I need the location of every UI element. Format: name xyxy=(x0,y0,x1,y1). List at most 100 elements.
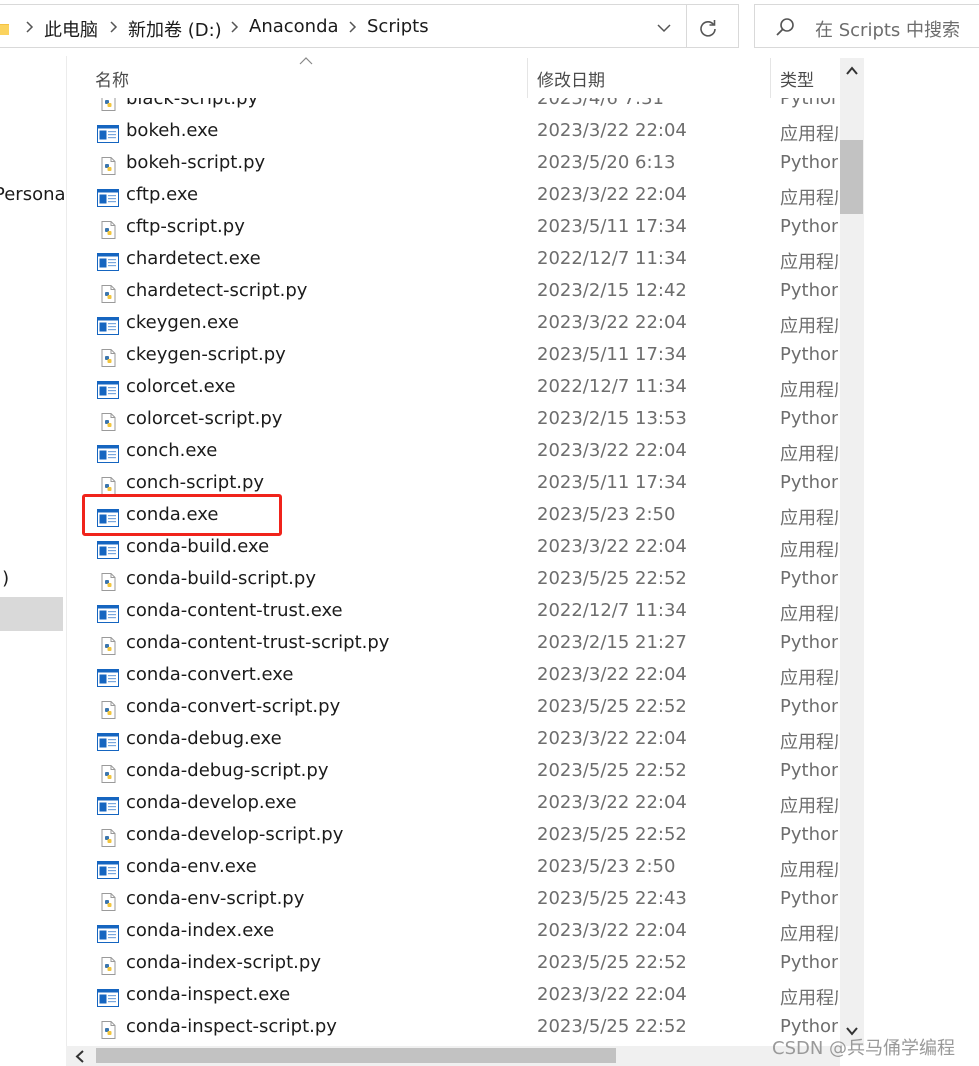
file-row[interactable]: conda-env.exe 2023/5/23 2:50 应用程序 xyxy=(0,853,840,885)
file-row[interactable]: conda-debug.exe 2023/3/22 22:04 应用程序 xyxy=(0,725,840,757)
file-row[interactable]: colorcet.exe 2022/12/7 11:34 应用程序 xyxy=(0,373,840,405)
file-modified-date: 2023/3/22 22:04 xyxy=(537,984,687,1005)
file-name[interactable]: conch.exe xyxy=(126,440,217,461)
file-name[interactable]: conda-develop.exe xyxy=(126,792,297,813)
search-placeholder[interactable]: 在 Scripts 中搜索 xyxy=(815,16,960,42)
file-name[interactable]: conda-inspect.exe xyxy=(126,984,290,1005)
exe-file-icon xyxy=(97,189,119,207)
file-row[interactable]: conda-develop-script.py 2023/5/25 22:52 Py… xyxy=(0,821,840,853)
file-row[interactable]: ckeygen-script.py 2023/5/11 17:34 Python xyxy=(0,341,840,373)
file-row[interactable]: conda-convert.exe 2023/3/22 22:04 应用程序 xyxy=(0,661,840,693)
file-row[interactable]: conda-content-trust.exe 2022/12/7 11:34 应用… xyxy=(0,597,840,629)
file-name[interactable]: chardetect-script.py xyxy=(126,280,307,301)
scroll-up-icon[interactable] xyxy=(845,66,859,76)
file-type: Python xyxy=(780,824,838,845)
python-file-icon xyxy=(97,765,119,783)
file-modified-date: 2023/2/15 13:53 xyxy=(537,408,687,429)
file-row[interactable]: conda-inspect.exe 2023/3/22 22:04 应用程序 xyxy=(0,981,840,1013)
file-name[interactable]: black-script.py xyxy=(126,98,258,109)
file-name[interactable]: colorcet-script.py xyxy=(126,408,282,429)
file-name[interactable]: conda-build-script.py xyxy=(126,568,316,589)
file-name[interactable]: conda-debug-script.py xyxy=(126,760,328,781)
file-type: 应用程序 xyxy=(780,380,838,401)
file-name[interactable]: conda-env.exe xyxy=(126,856,257,877)
file-type: 应用程序 xyxy=(780,796,838,817)
file-row[interactable]: chardetect.exe 2022/12/7 11:34 应用程序 xyxy=(0,245,840,277)
file-row[interactable]: conda-inspect-script.py 2023/5/25 22:52 Py… xyxy=(0,1013,840,1045)
file-name[interactable]: conda-content-trust.exe xyxy=(126,600,343,621)
file-row[interactable]: conda-develop.exe 2023/3/22 22:04 应用程序 xyxy=(0,789,840,821)
column-divider[interactable] xyxy=(527,58,528,98)
breadcrumb-scripts[interactable]: Scripts xyxy=(367,16,429,37)
file-name[interactable]: conch-script.py xyxy=(126,472,264,493)
breadcrumb-anaconda[interactable]: Anaconda xyxy=(249,16,339,37)
file-row[interactable]: conda-debug-script.py 2023/5/25 22:52 Pyth… xyxy=(0,757,840,789)
file-row[interactable]: cftp.exe 2023/3/22 22:04 应用程序 xyxy=(0,181,840,213)
file-name[interactable]: conda-inspect-script.py xyxy=(126,1016,337,1037)
address-bar[interactable]: 此电脑 新加卷 (D:) Anaconda Scripts xyxy=(0,4,739,48)
file-name[interactable]: ckeygen.exe xyxy=(126,312,239,333)
file-name[interactable]: cftp-script.py xyxy=(126,216,245,237)
file-type: 应用程序 xyxy=(780,860,838,881)
scrollbar-thumb[interactable] xyxy=(840,140,863,214)
file-row[interactable]: ckeygen.exe 2023/3/22 22:04 应用程序 xyxy=(0,309,840,341)
breadcrumb-this-pc[interactable]: 此电脑 xyxy=(44,16,98,42)
file-modified-date: 2023/4/6 7:31 xyxy=(537,98,664,109)
horizontal-scrollbar[interactable] xyxy=(66,1046,840,1066)
file-type: Python xyxy=(780,216,838,237)
file-name[interactable]: conda-build.exe xyxy=(126,536,269,557)
search-box[interactable]: 在 Scripts 中搜索 xyxy=(754,4,979,48)
file-name[interactable]: conda-env-script.py xyxy=(126,888,304,909)
file-row[interactable]: colorcet-script.py 2023/2/15 13:53 Python xyxy=(0,405,840,437)
file-name[interactable]: conda-convert-script.py xyxy=(126,696,340,717)
folder-icon xyxy=(0,24,9,35)
file-name[interactable]: conda-convert.exe xyxy=(126,664,293,685)
chevron-down-icon[interactable] xyxy=(657,23,671,33)
file-modified-date: 2022/12/7 11:34 xyxy=(537,600,687,621)
file-row[interactable]: conda-index-script.py 2023/5/25 22:52 Pyth… xyxy=(0,949,840,981)
file-row[interactable]: conch.exe 2023/3/22 22:04 应用程序 xyxy=(0,437,840,469)
file-type: 应用程序 xyxy=(780,188,838,209)
file-name[interactable]: conda-index-script.py xyxy=(126,952,321,973)
file-modified-date: 2023/2/15 21:27 xyxy=(537,632,687,653)
breadcrumb-drive-d[interactable]: 新加卷 (D:) xyxy=(128,16,222,42)
scrollbar-thumb[interactable] xyxy=(96,1048,616,1063)
column-divider[interactable] xyxy=(770,58,771,98)
file-row[interactable]: conda-build.exe 2023/3/22 22:04 应用程序 xyxy=(0,533,840,565)
column-header-modified[interactable]: 修改日期 xyxy=(537,66,605,91)
file-modified-date: 2022/12/7 11:34 xyxy=(537,376,687,397)
file-name[interactable]: chardetect.exe xyxy=(126,248,261,269)
file-row[interactable]: cftp-script.py 2023/5/11 17:34 Python xyxy=(0,213,840,245)
file-type: 应用程序 xyxy=(780,316,838,337)
vertical-scrollbar[interactable] xyxy=(840,58,864,1046)
file-modified-date: 2023/3/22 22:04 xyxy=(537,728,687,749)
file-row[interactable]: conda-content-trust-script.py 2023/2/15 2… xyxy=(0,629,840,661)
file-name[interactable]: conda-debug.exe xyxy=(126,728,282,749)
scroll-left-icon[interactable] xyxy=(75,1050,85,1063)
file-row[interactable]: bokeh-script.py 2023/5/20 6:13 Python xyxy=(0,149,840,181)
exe-file-icon xyxy=(97,669,119,687)
file-name[interactable]: conda-content-trust-script.py xyxy=(126,632,389,653)
python-file-icon xyxy=(97,573,119,591)
file-row[interactable]: conda-index.exe 2023/3/22 22:04 应用程序 xyxy=(0,917,840,949)
file-name[interactable]: cftp.exe xyxy=(126,184,198,205)
file-name[interactable]: conda-index.exe xyxy=(126,920,274,941)
file-row[interactable]: black-script.py 2023/4/6 7:31 Python xyxy=(0,98,840,117)
file-name[interactable]: conda-develop-script.py xyxy=(126,824,343,845)
file-type: Python xyxy=(780,472,838,493)
python-file-icon xyxy=(97,1021,119,1039)
file-name[interactable]: colorcet.exe xyxy=(126,376,236,397)
column-header-type[interactable]: 类型 xyxy=(780,66,814,91)
column-header-name[interactable]: 名称 xyxy=(95,66,129,91)
file-modified-date: 2023/5/11 17:34 xyxy=(537,344,687,365)
file-name[interactable]: bokeh.exe xyxy=(126,120,218,141)
file-name[interactable]: ckeygen-script.py xyxy=(126,344,286,365)
file-row[interactable]: conda-env-script.py 2023/5/25 22:43 Python xyxy=(0,885,840,917)
file-row[interactable]: conda-convert-script.py 2023/5/25 22:52 Py… xyxy=(0,693,840,725)
file-row[interactable]: chardetect-script.py 2023/2/15 12:42 Pytho… xyxy=(0,277,840,309)
file-row[interactable]: bokeh.exe 2023/3/22 22:04 应用程序 xyxy=(0,117,840,149)
file-row[interactable]: conda-build-script.py 2023/5/25 22:52 Pyth… xyxy=(0,565,840,597)
refresh-icon[interactable] xyxy=(698,18,718,38)
python-file-icon xyxy=(97,893,119,911)
file-name[interactable]: bokeh-script.py xyxy=(126,152,265,173)
